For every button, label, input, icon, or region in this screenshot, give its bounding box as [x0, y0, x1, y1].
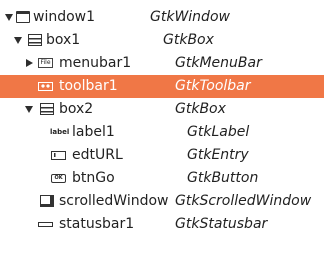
tree-row-type: GtkMenuBar — [175, 55, 262, 71]
expander-down-icon[interactable] — [4, 6, 14, 29]
tree-row-window1[interactable]: window1 GtkWindow — [0, 6, 324, 29]
scrolled-window-icon — [40, 195, 54, 207]
tree-row-edturl[interactable]: edtURL GtkEntry — [0, 144, 324, 167]
tree-row-type: GtkToolbar — [175, 78, 251, 94]
tree-row-name: window1 — [33, 9, 96, 25]
menubar-icon: File — [38, 58, 53, 68]
statusbar-icon — [38, 222, 53, 227]
tree-row-name: label1 — [72, 124, 115, 140]
tree-row-name: menubar1 — [59, 55, 132, 71]
window-icon — [16, 11, 30, 23]
tree-row-type: GtkBox — [175, 101, 226, 117]
label-icon: label — [50, 128, 70, 136]
tree-row-btngo[interactable]: OK btnGo GtkButton — [0, 167, 324, 190]
box-icon — [28, 34, 42, 46]
tree-row-type: GtkLabel — [187, 124, 250, 140]
tree-row-label1[interactable]: label label1 GtkLabel — [0, 121, 324, 144]
tree-row-type: GtkEntry — [187, 147, 249, 163]
tree-row-box1[interactable]: box1 GtkBox — [0, 29, 324, 52]
button-icon: OK — [51, 174, 66, 183]
tree-row-box2[interactable]: box2 GtkBox — [0, 98, 324, 121]
tree-row-type: GtkScrolledWindow — [175, 193, 312, 209]
tree-row-name: box1 — [46, 32, 81, 48]
expander-down-icon[interactable] — [24, 98, 34, 121]
tree-row-name: btnGo — [72, 170, 115, 186]
tree-row-type: GtkWindow — [150, 9, 230, 25]
entry-icon — [51, 151, 66, 160]
tree-row-statusbar1[interactable]: statusbar1 GtkStatusbar — [0, 213, 324, 236]
tree-row-scrolledwindow[interactable]: scrolledWindow GtkScrolledWindow — [0, 190, 324, 213]
widget-tree: window1 GtkWindow box1 GtkBox File menub… — [0, 0, 324, 258]
toolbar-icon — [38, 82, 53, 91]
tree-row-name: toolbar1 — [59, 78, 118, 94]
tree-row-toolbar1[interactable]: toolbar1 GtkToolbar — [0, 75, 324, 98]
tree-row-menubar1[interactable]: File menubar1 GtkMenuBar — [0, 52, 324, 75]
tree-row-type: GtkButton — [187, 170, 259, 186]
box-icon — [40, 103, 54, 115]
tree-row-name: edtURL — [72, 147, 123, 163]
expander-right-icon[interactable] — [24, 52, 34, 75]
tree-row-name: scrolledWindow — [59, 193, 169, 209]
tree-row-name: statusbar1 — [59, 216, 135, 232]
tree-row-name: box2 — [59, 101, 94, 117]
tree-row-type: GtkBox — [163, 32, 214, 48]
expander-down-icon[interactable] — [13, 29, 23, 52]
tree-row-type: GtkStatusbar — [175, 216, 268, 232]
